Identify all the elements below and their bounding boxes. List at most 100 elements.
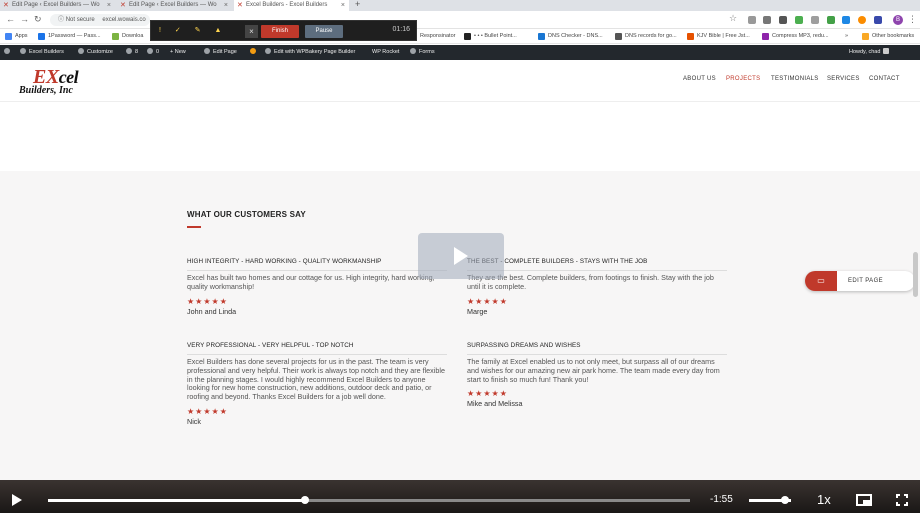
extension-icon[interactable] bbox=[827, 16, 835, 24]
wordpress-logo-icon[interactable] bbox=[4, 45, 13, 60]
recorder-tools-icon[interactable]: ! ✓ ✎ ▲ bbox=[159, 26, 227, 34]
nav-contact[interactable]: CONTACT bbox=[869, 76, 900, 82]
admin-wprocket-link[interactable]: WP Rocket bbox=[372, 45, 399, 60]
site-favicon-icon: ✕ bbox=[237, 2, 243, 9]
nav-projects[interactable]: PROJECTS bbox=[726, 76, 760, 82]
seek-progress bbox=[48, 499, 305, 502]
bookmark-download[interactable]: Downloa bbox=[112, 32, 143, 41]
site-logo-subtitle: Builders, Inc bbox=[19, 85, 73, 96]
testimonial-author: John and Linda bbox=[187, 306, 237, 316]
bookmark-favicon-icon bbox=[38, 33, 45, 40]
testimonial-author: Nick bbox=[187, 416, 201, 426]
extension-icon[interactable] bbox=[795, 16, 803, 24]
extension-icon[interactable] bbox=[811, 16, 819, 24]
testimonial-heading: HIGH INTEGRITY - HARD WORKING - QUALITY … bbox=[187, 258, 447, 271]
bookmark-star-icon[interactable]: ☆ bbox=[729, 13, 737, 24]
bookmark-favicon-icon bbox=[687, 33, 694, 40]
recorder-timer: 01:16 bbox=[392, 26, 410, 33]
browser-tab-3-active[interactable]: ✕ Excel Builders - Excel Builders × bbox=[234, 0, 349, 11]
info-icon: ⓘ bbox=[58, 17, 65, 23]
testimonial-text: Excel has built two homes and our cottag… bbox=[187, 273, 435, 291]
extension-icon[interactable] bbox=[748, 16, 756, 24]
tab-label: Edit Page ‹ Excel Builders — Wo bbox=[129, 2, 217, 8]
admin-edit-page-link[interactable]: Edit Page bbox=[204, 45, 237, 60]
extension-icon[interactable] bbox=[858, 16, 866, 24]
bookmark-compress-mp3[interactable]: Compress MP3, redu... bbox=[762, 32, 829, 41]
bookmark-favicon-icon bbox=[538, 33, 545, 40]
admin-wpbakery-link[interactable]: Edit with WPBakery Page Builder bbox=[265, 45, 355, 60]
volume-handle[interactable] bbox=[780, 496, 789, 504]
testimonial-heading: VERY PROFESSIONAL - VERY HELPFUL - TOP N… bbox=[187, 342, 447, 355]
admin-new-link[interactable]: + New bbox=[170, 45, 186, 60]
testimonials-section bbox=[0, 171, 920, 480]
testimonial-author: Mike and Melissa bbox=[467, 399, 523, 409]
fullscreen-icon[interactable] bbox=[896, 494, 908, 506]
time-remaining: -1:55 bbox=[710, 494, 733, 505]
extension-icon[interactable] bbox=[779, 16, 787, 24]
bookmark-other[interactable]: Other bookmarks bbox=[862, 32, 914, 41]
apps-grid-icon bbox=[5, 33, 12, 40]
admin-comments-link[interactable]: 0 bbox=[147, 45, 159, 60]
testimonial-heading: SURPASSING DREAMS AND WISHES bbox=[467, 342, 727, 355]
brush-icon bbox=[78, 48, 84, 54]
browser-tab-1[interactable]: ✕ Edit Page ‹ Excel Builders — Wo × bbox=[0, 0, 115, 11]
browser-tab-strip: ✕ Edit Page ‹ Excel Builders — Wo × ✕ Ed… bbox=[0, 0, 920, 11]
profile-avatar[interactable]: B bbox=[893, 15, 903, 25]
extension-icon[interactable] bbox=[842, 16, 850, 24]
bookmark-kjv-bible[interactable]: KJV Bible | Free Jst... bbox=[687, 32, 750, 41]
nav-about-us[interactable]: ABOUT US bbox=[683, 76, 716, 82]
admin-customize-link[interactable]: Customize bbox=[78, 45, 113, 60]
seek-handle[interactable] bbox=[300, 496, 309, 504]
url-input[interactable]: ⓘ Not secure excel.wowais.co bbox=[50, 14, 150, 26]
close-tab-icon[interactable]: × bbox=[341, 0, 345, 11]
admin-site-link[interactable]: Excel Builders bbox=[20, 45, 64, 60]
bookmark-responsinator[interactable]: Responsinator bbox=[420, 32, 455, 41]
video-play-overlay-button[interactable] bbox=[418, 233, 504, 279]
extension-icon[interactable] bbox=[874, 16, 882, 24]
updates-icon bbox=[126, 48, 132, 54]
picture-in-picture-icon[interactable] bbox=[856, 494, 872, 506]
edit-page-label: EDIT PAGE bbox=[848, 278, 884, 284]
browser-tab-2[interactable]: ✕ Edit Page ‹ Excel Builders — Wo × bbox=[117, 0, 232, 11]
play-button[interactable] bbox=[12, 494, 22, 506]
new-tab-button[interactable]: + bbox=[355, 0, 360, 9]
forms-icon bbox=[410, 48, 416, 54]
seek-bar[interactable] bbox=[48, 496, 690, 504]
section-title: WHAT OUR CUSTOMERS SAY bbox=[187, 210, 306, 219]
nav-services[interactable]: SERVICES bbox=[827, 76, 860, 82]
bookmark-dns-checker[interactable]: DNS Checker - DNS... bbox=[538, 32, 603, 41]
nav-testimonials[interactable]: TESTIMONIALS bbox=[771, 76, 819, 82]
home-icon bbox=[20, 48, 26, 54]
recorder-finish-button[interactable]: Finish bbox=[261, 25, 299, 38]
back-arrow-icon[interactable]: ← bbox=[6, 14, 15, 24]
recorder-pause-button[interactable]: Pause bbox=[305, 25, 343, 38]
bookmarks-overflow-icon[interactable]: » bbox=[845, 32, 848, 41]
comment-icon bbox=[147, 48, 153, 54]
pencil-icon bbox=[204, 48, 210, 54]
title-underline bbox=[187, 226, 201, 228]
extension-icon[interactable] bbox=[763, 16, 771, 24]
playback-speed-button[interactable]: 1x bbox=[817, 492, 831, 507]
reload-icon[interactable]: ↻ bbox=[34, 14, 42, 25]
testimonial-author: Marge bbox=[467, 306, 488, 316]
page-scrollbar[interactable] bbox=[913, 252, 918, 297]
close-tab-icon[interactable]: × bbox=[107, 0, 111, 11]
forward-arrow-icon[interactable]: → bbox=[20, 14, 29, 24]
star-rating-icon: ★★★★★ bbox=[467, 296, 508, 306]
bookmark-apps[interactable]: Apps bbox=[5, 32, 28, 41]
bookmark-bullet-point[interactable]: • • • Bullet Point... bbox=[464, 32, 517, 41]
bookmark-favicon-icon bbox=[112, 33, 119, 40]
bookmark-dns-records[interactable]: DNS records for go... bbox=[615, 32, 677, 41]
tab-label: Excel Builders - Excel Builders bbox=[246, 2, 328, 8]
browser-menu-icon[interactable]: ⋮ bbox=[908, 14, 917, 25]
close-tab-icon[interactable]: × bbox=[224, 0, 228, 11]
recorder-close-button[interactable]: × bbox=[245, 25, 258, 38]
edit-page-button[interactable]: ▭ EDIT PAGE bbox=[805, 271, 915, 291]
bookmark-1password[interactable]: 1Password — Pass... bbox=[38, 32, 101, 41]
browser-address-bar: ← → ↻ ⓘ Not secure excel.wowais.co ☆ B ⋮ bbox=[0, 11, 920, 29]
play-icon bbox=[454, 247, 468, 265]
admin-account-link[interactable]: Howdy, chad bbox=[849, 45, 892, 60]
admin-forms-link[interactable]: Forms bbox=[410, 45, 435, 60]
blank-section bbox=[0, 102, 920, 171]
admin-updates-link[interactable]: 8 bbox=[126, 45, 138, 60]
